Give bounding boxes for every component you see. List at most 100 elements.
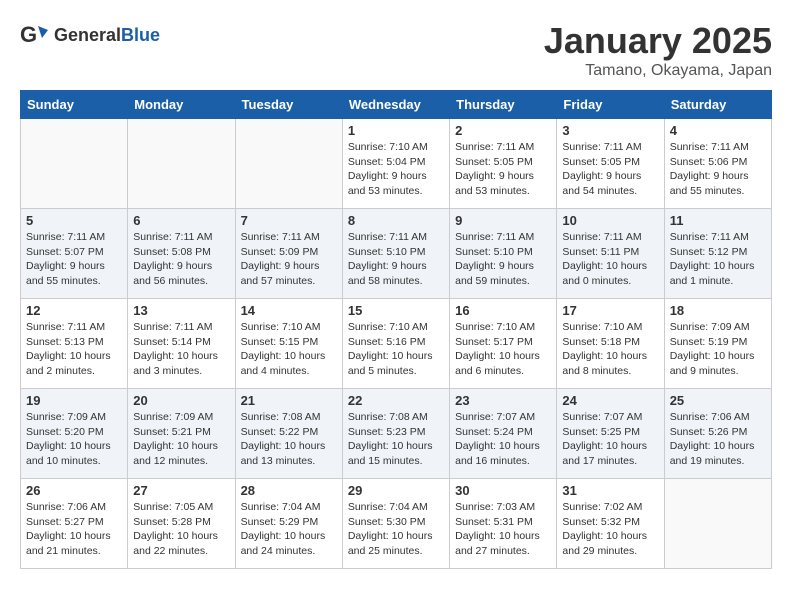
day-number: 26 bbox=[26, 483, 122, 498]
calendar-day-5: 5 Sunrise: 7:11 AM Sunset: 5:07 PM Daylig… bbox=[21, 209, 128, 299]
day-number: 21 bbox=[241, 393, 337, 408]
day-number: 9 bbox=[455, 213, 551, 228]
day-number: 24 bbox=[562, 393, 658, 408]
calendar-week-row: 19 Sunrise: 7:09 AM Sunset: 5:20 PM Dayli… bbox=[21, 389, 772, 479]
day-number: 7 bbox=[241, 213, 337, 228]
calendar-table: SundayMondayTuesdayWednesdayThursdayFrid… bbox=[20, 90, 772, 569]
svg-text:G: G bbox=[20, 22, 37, 47]
calendar-day-21: 21 Sunrise: 7:08 AM Sunset: 5:22 PM Dayli… bbox=[235, 389, 342, 479]
weekday-header-wednesday: Wednesday bbox=[342, 91, 449, 119]
day-number: 27 bbox=[133, 483, 229, 498]
calendar-day-24: 24 Sunrise: 7:07 AM Sunset: 5:25 PM Dayli… bbox=[557, 389, 664, 479]
calendar-day-2: 2Sunrise: 7:11 AM Sunset: 5:05 PM Daylig… bbox=[450, 119, 557, 209]
weekday-header-saturday: Saturday bbox=[664, 91, 771, 119]
day-number: 30 bbox=[455, 483, 551, 498]
day-number: 31 bbox=[562, 483, 658, 498]
title-area: January 2025 Tamano, Okayama, Japan bbox=[544, 20, 772, 80]
weekday-header-row: SundayMondayTuesdayWednesdayThursdayFrid… bbox=[21, 91, 772, 119]
calendar-week-row: 12 Sunrise: 7:11 AM Sunset: 5:13 PM Dayli… bbox=[21, 299, 772, 389]
day-number: 19 bbox=[26, 393, 122, 408]
logo-general: General bbox=[54, 25, 121, 45]
calendar-day-20: 20Sunrise: 7:09 AM Sunset: 5:21 PM Dayli… bbox=[128, 389, 235, 479]
day-info: Sunrise: 7:08 AM Sunset: 5:23 PM Dayligh… bbox=[348, 410, 444, 469]
day-number: 15 bbox=[348, 303, 444, 318]
day-number: 12 bbox=[26, 303, 122, 318]
day-number: 16 bbox=[455, 303, 551, 318]
logo-blue: Blue bbox=[121, 25, 160, 45]
day-number: 14 bbox=[241, 303, 337, 318]
month-title: January 2025 bbox=[544, 20, 772, 62]
calendar-day-22: 22 Sunrise: 7:08 AM Sunset: 5:23 PM Dayli… bbox=[342, 389, 449, 479]
logo: G GeneralBlue bbox=[20, 20, 160, 50]
day-number: 17 bbox=[562, 303, 658, 318]
calendar-day-18: 18 Sunrise: 7:09 AM Sunset: 5:19 PM Dayli… bbox=[664, 299, 771, 389]
calendar-day-13: 13 Sunrise: 7:11 AM Sunset: 5:14 PM Dayli… bbox=[128, 299, 235, 389]
calendar-day-3: 3Sunrise: 7:11 AM Sunset: 5:05 PM Daylig… bbox=[557, 119, 664, 209]
day-info: Sunrise: 7:11 AM Sunset: 5:08 PM Dayligh… bbox=[133, 230, 229, 289]
day-info: Sunrise: 7:11 AM Sunset: 5:13 PM Dayligh… bbox=[26, 320, 122, 379]
day-info: Sunrise: 7:11 AM Sunset: 5:10 PM Dayligh… bbox=[455, 230, 551, 289]
day-info: Sunrise: 7:11 AM Sunset: 5:05 PM Dayligh… bbox=[455, 140, 551, 199]
day-info: Sunrise: 7:08 AM Sunset: 5:22 PM Dayligh… bbox=[241, 410, 337, 469]
day-info: Sunrise: 7:10 AM Sunset: 5:15 PM Dayligh… bbox=[241, 320, 337, 379]
day-info: Sunrise: 7:11 AM Sunset: 5:09 PM Dayligh… bbox=[241, 230, 337, 289]
calendar-day-empty bbox=[664, 479, 771, 569]
day-number: 13 bbox=[133, 303, 229, 318]
calendar-day-empty bbox=[128, 119, 235, 209]
calendar-day-4: 4 Sunrise: 7:11 AM Sunset: 5:06 PM Daylig… bbox=[664, 119, 771, 209]
weekday-header-sunday: Sunday bbox=[21, 91, 128, 119]
calendar-day-8: 8Sunrise: 7:11 AM Sunset: 5:10 PM Daylig… bbox=[342, 209, 449, 299]
calendar-day-9: 9 Sunrise: 7:11 AM Sunset: 5:10 PM Daylig… bbox=[450, 209, 557, 299]
day-number: 11 bbox=[670, 213, 766, 228]
calendar-day-12: 12 Sunrise: 7:11 AM Sunset: 5:13 PM Dayli… bbox=[21, 299, 128, 389]
day-info: Sunrise: 7:11 AM Sunset: 5:14 PM Dayligh… bbox=[133, 320, 229, 379]
day-info: Sunrise: 7:09 AM Sunset: 5:19 PM Dayligh… bbox=[670, 320, 766, 379]
day-info: Sunrise: 7:11 AM Sunset: 5:12 PM Dayligh… bbox=[670, 230, 766, 289]
day-number: 5 bbox=[26, 213, 122, 228]
calendar-day-empty bbox=[21, 119, 128, 209]
day-info: Sunrise: 7:11 AM Sunset: 5:06 PM Dayligh… bbox=[670, 140, 766, 199]
day-info: Sunrise: 7:04 AM Sunset: 5:30 PM Dayligh… bbox=[348, 500, 444, 559]
day-info: Sunrise: 7:11 AM Sunset: 5:05 PM Dayligh… bbox=[562, 140, 658, 199]
day-info: Sunrise: 7:07 AM Sunset: 5:24 PM Dayligh… bbox=[455, 410, 551, 469]
day-info: Sunrise: 7:07 AM Sunset: 5:25 PM Dayligh… bbox=[562, 410, 658, 469]
calendar-day-28: 28 Sunrise: 7:04 AM Sunset: 5:29 PM Dayli… bbox=[235, 479, 342, 569]
day-number: 28 bbox=[241, 483, 337, 498]
day-info: Sunrise: 7:04 AM Sunset: 5:29 PM Dayligh… bbox=[241, 500, 337, 559]
calendar-day-1: 1Sunrise: 7:10 AM Sunset: 5:04 PM Daylig… bbox=[342, 119, 449, 209]
day-number: 10 bbox=[562, 213, 658, 228]
day-number: 4 bbox=[670, 123, 766, 138]
calendar-week-row: 26Sunrise: 7:06 AM Sunset: 5:27 PM Dayli… bbox=[21, 479, 772, 569]
day-info: Sunrise: 7:10 AM Sunset: 5:16 PM Dayligh… bbox=[348, 320, 444, 379]
day-number: 22 bbox=[348, 393, 444, 408]
day-number: 6 bbox=[133, 213, 229, 228]
calendar-day-25: 25Sunrise: 7:06 AM Sunset: 5:26 PM Dayli… bbox=[664, 389, 771, 479]
day-info: Sunrise: 7:06 AM Sunset: 5:26 PM Dayligh… bbox=[670, 410, 766, 469]
logo-icon: G bbox=[20, 20, 50, 50]
calendar-day-23: 23Sunrise: 7:07 AM Sunset: 5:24 PM Dayli… bbox=[450, 389, 557, 479]
weekday-header-monday: Monday bbox=[128, 91, 235, 119]
calendar-day-6: 6 Sunrise: 7:11 AM Sunset: 5:08 PM Daylig… bbox=[128, 209, 235, 299]
day-info: Sunrise: 7:03 AM Sunset: 5:31 PM Dayligh… bbox=[455, 500, 551, 559]
day-info: Sunrise: 7:05 AM Sunset: 5:28 PM Dayligh… bbox=[133, 500, 229, 559]
calendar-week-row: 5 Sunrise: 7:11 AM Sunset: 5:07 PM Daylig… bbox=[21, 209, 772, 299]
calendar-day-14: 14 Sunrise: 7:10 AM Sunset: 5:15 PM Dayli… bbox=[235, 299, 342, 389]
day-info: Sunrise: 7:11 AM Sunset: 5:07 PM Dayligh… bbox=[26, 230, 122, 289]
day-number: 18 bbox=[670, 303, 766, 318]
calendar-day-11: 11 Sunrise: 7:11 AM Sunset: 5:12 PM Dayli… bbox=[664, 209, 771, 299]
location-title: Tamano, Okayama, Japan bbox=[544, 62, 772, 80]
calendar-day-30: 30 Sunrise: 7:03 AM Sunset: 5:31 PM Dayli… bbox=[450, 479, 557, 569]
weekday-header-thursday: Thursday bbox=[450, 91, 557, 119]
day-info: Sunrise: 7:11 AM Sunset: 5:10 PM Dayligh… bbox=[348, 230, 444, 289]
calendar-day-27: 27 Sunrise: 7:05 AM Sunset: 5:28 PM Dayli… bbox=[128, 479, 235, 569]
day-info: Sunrise: 7:10 AM Sunset: 5:18 PM Dayligh… bbox=[562, 320, 658, 379]
calendar-day-19: 19 Sunrise: 7:09 AM Sunset: 5:20 PM Dayli… bbox=[21, 389, 128, 479]
calendar-day-10: 10Sunrise: 7:11 AM Sunset: 5:11 PM Dayli… bbox=[557, 209, 664, 299]
calendar-day-29: 29 Sunrise: 7:04 AM Sunset: 5:30 PM Dayli… bbox=[342, 479, 449, 569]
day-info: Sunrise: 7:10 AM Sunset: 5:17 PM Dayligh… bbox=[455, 320, 551, 379]
weekday-header-friday: Friday bbox=[557, 91, 664, 119]
day-info: Sunrise: 7:02 AM Sunset: 5:32 PM Dayligh… bbox=[562, 500, 658, 559]
day-number: 29 bbox=[348, 483, 444, 498]
day-info: Sunrise: 7:09 AM Sunset: 5:20 PM Dayligh… bbox=[26, 410, 122, 469]
day-number: 1 bbox=[348, 123, 444, 138]
